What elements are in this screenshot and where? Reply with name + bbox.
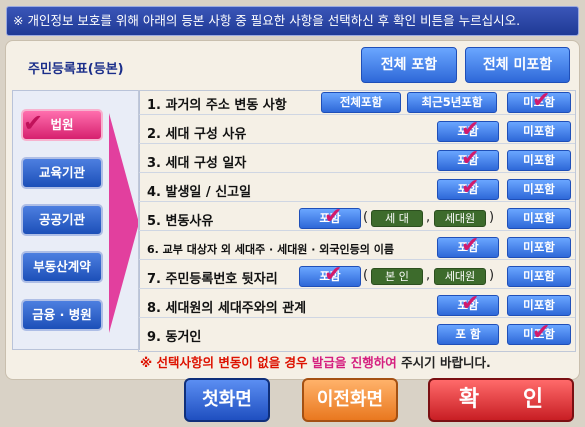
row-label: 1. 과거의 주소 변동 사항 <box>147 98 287 113</box>
sidebar-item-label: 법원 <box>50 117 74 132</box>
comma-separator: , <box>426 210 431 225</box>
home-button[interactable]: 첫화면 <box>184 378 270 422</box>
checkmark-icon: ✔ <box>23 109 44 137</box>
sub-option-members[interactable]: 세대원 <box>434 268 486 285</box>
row-label: 7. 주민등록번호 뒷자리 <box>147 272 278 287</box>
option-recent-5-years[interactable]: 최근5년포함 <box>407 92 497 113</box>
paren-open: ( <box>363 210 369 225</box>
row-address-history: 1. 과거의 주소 변동 사항 전체포함 최근5년포함 미포함 ✔ <box>139 90 575 115</box>
option-include[interactable]: 포함 <box>437 295 499 316</box>
option-rows: 1. 과거의 주소 변동 사항 전체포함 최근5년포함 미포함 ✔ 2. 세대 … <box>138 90 576 352</box>
option-include-all[interactable]: 전체포함 <box>321 92 401 113</box>
option-exclude[interactable]: 미포함 <box>507 208 571 229</box>
row-label: 4. 발생일 / 신고일 <box>147 185 252 200</box>
notice-text: ※ 선택사항의 변동이 없을 경우 발급을 진행하여 주시기 바랍니다. <box>140 352 491 371</box>
option-include[interactable]: 포함 <box>299 208 361 229</box>
exclude-all-button[interactable]: 전체 미포함 <box>465 47 570 83</box>
sidebar-item-court[interactable]: ✔ 법원 <box>21 109 103 141</box>
comma-separator: , <box>426 268 431 283</box>
option-exclude[interactable]: 미포함 <box>507 324 571 345</box>
row-label: 9. 동거인 <box>147 330 202 345</box>
purpose-sidebar: ✔ 법원 교육기관 공공기관 부동산계약 금융 · 병원 <box>12 90 140 350</box>
option-exclude[interactable]: 미포함 <box>507 179 571 200</box>
document-title: 주민등록표(등본) <box>28 62 124 77</box>
include-all-button[interactable]: 전체 포함 <box>361 47 457 83</box>
sidebar-item-education[interactable]: 교육기관 <box>21 157 103 189</box>
previous-button[interactable]: 이전화면 <box>302 378 398 422</box>
row-resident-number: 7. 주민등록번호 뒷자리 포함 ✔ ( 본 인 , 세대원 ) 미포함 <box>139 264 575 289</box>
row-occurrence-date: 4. 발생일 / 신고일 포함 미포함 ✔ <box>139 177 575 202</box>
option-include[interactable]: 포함 <box>437 237 499 258</box>
row-relationship: 8. 세대원의 세대주와의 관계 포함 미포함 ✔ <box>139 293 575 318</box>
row-cohabitant: 9. 동거인 포 함 미포함 ✔ <box>139 322 575 347</box>
selection-arrow-icon <box>109 113 139 333</box>
sidebar-item-public-agency[interactable]: 공공기관 <box>21 204 103 236</box>
paren-open: ( <box>363 268 369 283</box>
row-household-reason: 2. 세대 구성 사유 포함 미포함 ✔ <box>139 119 575 144</box>
option-exclude[interactable]: 미포함 <box>507 121 571 142</box>
paren-close: ) <box>489 268 495 283</box>
option-include[interactable]: 포 함 <box>437 324 499 345</box>
sub-option-household[interactable]: 세 대 <box>371 210 423 227</box>
option-exclude[interactable]: 미포함 <box>507 92 571 113</box>
option-include[interactable]: 포함 <box>299 266 361 287</box>
row-household-date: 3. 세대 구성 일자 포함 미포함 ✔ <box>139 148 575 173</box>
notice-prefix: ※ 선택사항의 변동이 없을 경우 <box>140 355 312 370</box>
row-label: 2. 세대 구성 사유 <box>147 127 247 142</box>
notice-suffix: 주시기 바랍니다. <box>396 355 491 370</box>
instruction-banner: ※ 개인정보 보호를 위해 아래의 등본 사항 중 필요한 사항을 선택하신 후… <box>6 6 579 36</box>
sidebar-item-finance-hospital[interactable]: 금융 · 병원 <box>21 299 103 331</box>
sidebar-item-real-estate[interactable]: 부동산계약 <box>21 251 103 283</box>
sub-option-self[interactable]: 본 인 <box>371 268 423 285</box>
confirm-button[interactable]: 확 인 <box>428 378 574 422</box>
option-exclude[interactable]: 미포함 <box>507 295 571 316</box>
row-label: 6. 교부 대상자 외 세대주 · 세대원 · 외국인등의 이름 <box>147 243 394 256</box>
row-label: 5. 변동사유 <box>147 214 214 229</box>
row-label: 3. 세대 구성 일자 <box>147 156 247 171</box>
option-exclude[interactable]: 미포함 <box>507 266 571 287</box>
option-exclude[interactable]: 미포함 <box>507 150 571 171</box>
paren-close: ) <box>489 210 495 225</box>
row-other-names: 6. 교부 대상자 외 세대주 · 세대원 · 외국인등의 이름 포함 미포함 … <box>139 235 575 260</box>
row-change-reason: 5. 변동사유 포함 ✔ ( 세 대 , 세대원 ) 미포함 <box>139 206 575 231</box>
option-exclude[interactable]: 미포함 <box>507 237 571 258</box>
option-include[interactable]: 포함 <box>437 179 499 200</box>
notice-highlight: 발급을 진행하여 <box>311 355 397 370</box>
sub-option-members[interactable]: 세대원 <box>434 210 486 227</box>
row-label: 8. 세대원의 세대주와의 관계 <box>147 301 307 316</box>
option-include[interactable]: 포함 <box>437 150 499 171</box>
option-include[interactable]: 포함 <box>437 121 499 142</box>
